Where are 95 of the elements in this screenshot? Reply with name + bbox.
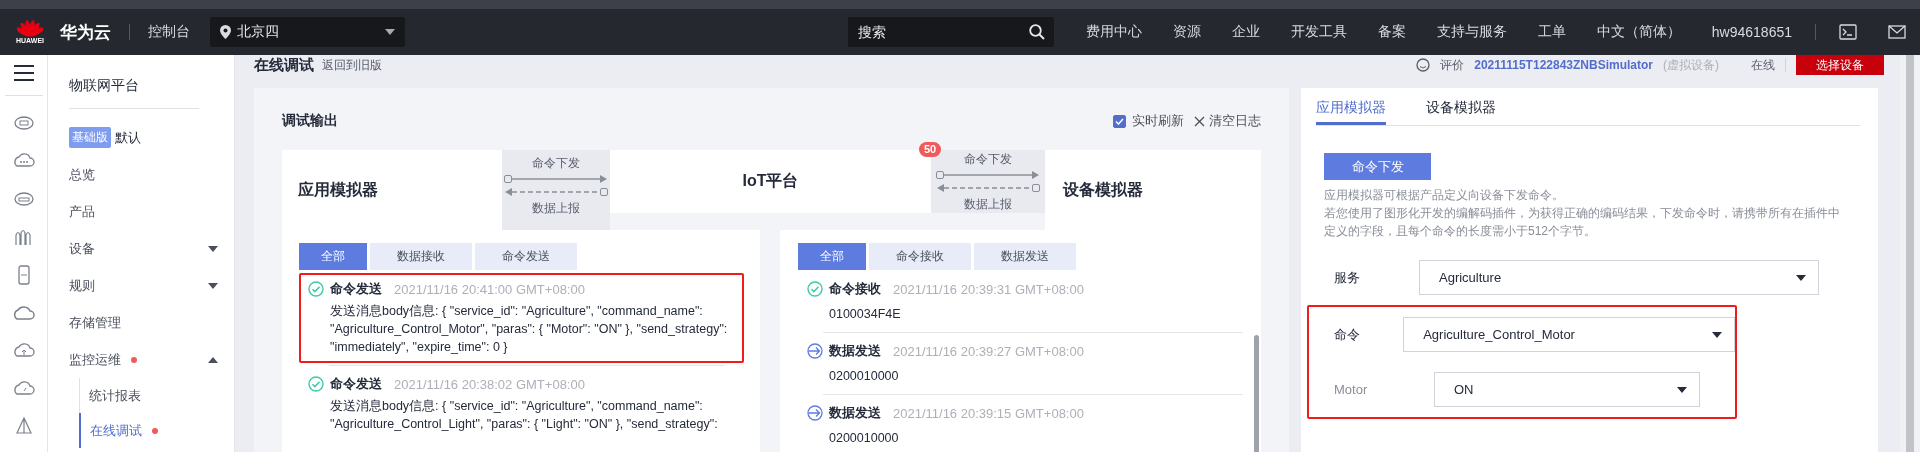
caret-icon [208,282,218,289]
checkbox-label: 实时刷新 [1132,112,1184,130]
entry-body: 0100034F4E [829,306,902,323]
mail-icon[interactable] [1888,25,1906,39]
device-simulator-node: 设备模拟器 [1044,150,1261,230]
location-pin-icon [220,25,231,39]
entry-time: 2021/11/16 20:39:15 GMT+08:00 [893,405,1084,421]
link-label: 数据上报 [964,196,1013,213]
nav-link[interactable]: 中文（简体） [1596,23,1681,41]
alert-dot [131,356,137,363]
log-tab[interactable]: 数据接收 [370,243,472,270]
smiley-icon [1416,58,1431,72]
page-title: 在线调试 [254,55,314,75]
panel-tab[interactable]: 应用模拟器 [1316,98,1386,125]
link-label: 命令下发 [964,151,1013,168]
entry-body: 发送消息body信息: { "service_id": "Agriculture", "command_name": "Agriculture_Control_Light", "paras": { "Light": "ON" }, "send_strategy": [330,398,719,433]
log-tab[interactable]: 数据发送 [974,243,1076,270]
entry-time: 2021/11/16 20:41:00 GMT+08:00 [394,281,585,297]
sidebar-item[interactable]: 在线调试 [79,413,234,448]
app-simulator-node: 应用模拟器 [282,150,503,230]
select-field[interactable]: Agriculture [1419,260,1819,295]
terminal-icon[interactable] [1839,24,1857,40]
brand-name[interactable]: 华为云 [60,20,111,44]
field-label: 命令 [1333,325,1361,344]
entry-body: 发送消息body信息: { "service_id": "Agriculture", "command_name": "Agriculture_Control_Motor", "paras": { "Motor": "ON" }, "send_strategy": "immediately", "expire_time": 0 } [330,303,729,356]
count-badge: 50 [919,142,942,157]
nav-link[interactable]: 企业 [1231,23,1260,41]
select-field[interactable]: Agriculture_Control_Motor [1403,317,1735,352]
scrollbar[interactable] [1906,55,1914,452]
send-command-button[interactable]: 命令下发 [1324,153,1431,180]
entry-title: 命令发送 [330,375,382,393]
caret-icon [1796,274,1806,281]
panel-tab[interactable]: 设备模拟器 [1426,98,1496,125]
sidebar-item[interactable]: 监控运维 [69,341,234,378]
edition-label: 默认 [115,128,141,147]
sidebar-item[interactable]: 产品 [69,193,234,230]
nav-link[interactable]: 支持与服务 [1436,23,1507,41]
flower-logo-icon [17,19,43,37]
region-select[interactable]: 北京四 [210,17,405,47]
card-title: 调试输出 [282,112,338,130]
search-field[interactable]: 搜索 [847,17,1054,47]
nav-link[interactable]: 费用中心 [1085,23,1142,41]
entry-time: 2021/11/16 20:39:27 GMT+08:00 [893,343,1084,359]
entry-time: 2021/11/16 20:39:31 GMT+08:00 [893,281,1084,297]
caret-icon [385,29,395,35]
sidebar-item[interactable]: 设备 [69,230,234,267]
entry-title: 命令发送 [330,280,382,298]
checkbox[interactable] [1113,114,1126,128]
entry-title: 数据发送 [829,404,881,422]
caret-icon [208,245,218,252]
check-circle-icon [807,281,823,297]
menu-icon[interactable] [13,65,34,81]
log-tab[interactable]: 全部 [798,243,866,270]
nav-link[interactable]: 开发工具 [1290,23,1347,41]
caret-icon [208,356,218,363]
nav-link[interactable]: 备案 [1377,23,1406,41]
clear-log-button[interactable]: 清空日志 [1194,112,1261,130]
caret-icon [1677,386,1687,393]
arrow-circle-icon [807,343,823,359]
sidebar-title: 物联网平台 [69,77,199,109]
entry-body: 0200010000 [829,368,900,385]
close-icon [1194,115,1205,127]
edition-badge: 基础版 [69,127,111,148]
alert-dot [152,427,158,434]
entry-title: 命令接收 [829,280,881,298]
check-circle-icon [308,281,324,297]
check-circle-icon [308,376,324,392]
rate-link[interactable]: 评价 [1440,56,1465,74]
log-tab[interactable]: 全部 [299,243,367,270]
device-link[interactable]: 20211115T122843ZNBSimulator [1474,58,1653,72]
entry-title: 数据发送 [829,342,881,360]
sidebar-item[interactable]: 存储管理 [69,304,234,341]
entry-body: 0200010000 [829,430,900,447]
field-label: Motor [1333,382,1369,397]
description-text: 应用模拟器可根据产品定义向设备下发命令。 若您使用了图形化开发的编解码插件，为获得正确的编码结果，下发命令时，请携带所有在插件中定义的字段，且每个命令的长度需小于512个字节。 [1324,187,1841,240]
nav-link[interactable]: 工单 [1537,23,1566,41]
select-field[interactable]: ON [1434,372,1700,407]
log-tab[interactable]: 命令接收 [869,243,971,270]
entry-time: 2021/11/16 20:38:02 GMT+08:00 [394,376,585,392]
user-name[interactable]: hw94618651 [1711,24,1792,40]
nav-link[interactable]: 控制台 [148,23,190,41]
back-link[interactable]: 返回到旧版 [322,56,382,74]
sidebar-item[interactable]: 总览 [69,156,234,193]
nav-link[interactable]: 资源 [1172,23,1201,41]
sidebar-item[interactable]: 统计报表 [80,378,234,413]
arrow-circle-icon [807,405,823,421]
link-label: 数据上报 [532,200,581,217]
status-text: 在线 [1751,56,1775,74]
select-device-button[interactable]: 选择设备 [1796,55,1884,75]
caret-icon [1712,331,1722,338]
link-label: 命令下发 [532,155,581,172]
log-tab[interactable]: 命令发送 [475,243,577,270]
sidebar-item[interactable]: 规则 [69,267,234,304]
search-icon [1028,24,1045,40]
field-label: 服务 [1333,268,1361,287]
